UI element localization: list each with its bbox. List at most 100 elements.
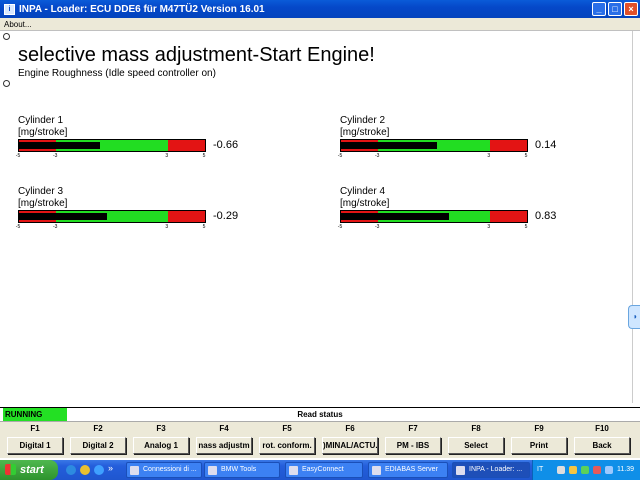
fkey-f8: F8 Select [446, 422, 506, 459]
fkey-label: F6 [345, 424, 355, 433]
function-key-bar: F1 Digital 1 F2 Digital 2 F3 Analog 1 F4… [0, 421, 640, 458]
cylinder-2-gauge [340, 139, 528, 152]
pm-ibs-button[interactable]: PM - IBS [385, 437, 441, 454]
digital-1-button[interactable]: Digital 1 [7, 437, 63, 454]
app-icon: i [4, 3, 15, 15]
tray-icon[interactable] [581, 466, 589, 474]
right-border [632, 31, 640, 403]
tick-label: -5 [337, 224, 343, 230]
tick-label: 5 [524, 153, 528, 159]
tick-label: -3 [52, 153, 58, 159]
gauge-red-zone-right [168, 211, 205, 222]
running-status-badge: RUNNING [3, 408, 67, 422]
tick-label: -5 [15, 153, 21, 159]
gauge-red-zone-right [490, 211, 527, 222]
network-icon [130, 466, 139, 475]
quicklaunch-more-icon[interactable]: » [108, 463, 113, 473]
cylinder-value: 0.83 [535, 210, 557, 222]
close-button[interactable]: × [624, 2, 638, 16]
chrome-quicklaunch-icon[interactable] [80, 465, 90, 475]
task-label: EDIABAS Server [385, 466, 438, 473]
gauge-indicator [341, 213, 450, 220]
window-titlebar[interactable]: i INPA - Loader: ECU DDE6 für M47TÜ2 Ver… [0, 0, 640, 18]
window-title: INPA - Loader: ECU DDE6 für M47TÜ2 Versi… [19, 3, 265, 15]
maximize-button[interactable]: □ [608, 2, 622, 16]
cylinder-name: Cylinder 4 [340, 186, 386, 197]
inpa-icon [456, 466, 465, 475]
rot-conform-button[interactable]: rot. conform. [259, 437, 315, 454]
task-label: INPA - Loader: ... [469, 466, 523, 473]
tick-label: -5 [15, 224, 21, 230]
tray-icon[interactable] [557, 466, 565, 474]
cylinder-name: Cylinder 3 [18, 186, 64, 197]
cylinder-4-panel: Cylinder 4 [mg/stroke] -5 -3 3 5 0.83 [337, 186, 600, 256]
fkey-label: F8 [471, 424, 481, 433]
mass-adjustment-button[interactable]: nass adjustm [196, 437, 252, 454]
circle-marker-top [3, 33, 10, 40]
cylinder-3-gauge [18, 210, 206, 223]
taskbar-task-bmw-tools[interactable]: BMW Tools [204, 462, 280, 478]
tick-label: 3 [487, 153, 491, 159]
menu-about[interactable]: About... [4, 20, 32, 29]
cylinder-value: -0.29 [213, 210, 239, 222]
language-indicator[interactable]: IT [537, 460, 543, 480]
server-icon [372, 466, 381, 475]
fkey-f3: F3 Analog 1 [131, 422, 191, 459]
digital-2-button[interactable]: Digital 2 [70, 437, 126, 454]
gauge-red-zone-right [168, 140, 205, 151]
tick-label: -3 [374, 224, 380, 230]
app-icon [289, 466, 298, 475]
read-status-label: Read status [297, 410, 343, 419]
side-widget-icon[interactable]: ◑ [628, 305, 640, 329]
tick-label: -3 [374, 153, 380, 159]
cylinder-unit: [mg/stroke] [18, 198, 68, 209]
fkey-f4: F4 nass adjustm [194, 422, 254, 459]
folder-icon [208, 466, 217, 475]
cylinder-unit: [mg/stroke] [340, 127, 390, 138]
taskbar-task-ediabas[interactable]: EDIABAS Server [368, 462, 448, 478]
taskbar: start » Connessioni di ... BMW Tools Eas… [0, 460, 640, 480]
task-label: EasyConnect [302, 466, 344, 473]
tick-label: 3 [165, 153, 169, 159]
back-button[interactable]: Back [574, 437, 630, 454]
print-button[interactable]: Print [511, 437, 567, 454]
tick-label: 5 [202, 153, 206, 159]
fkey-label: F1 [30, 424, 40, 433]
tick-label: 5 [202, 224, 206, 230]
taskbar-task-connections[interactable]: Connessioni di ... [126, 462, 202, 478]
select-button[interactable]: Select [448, 437, 504, 454]
cylinder-1-gauge [18, 139, 206, 152]
tray-icon[interactable] [569, 466, 577, 474]
nominal-actual-button[interactable]: )MINAL/ACTU. [322, 437, 378, 454]
cylinder-value: 0.14 [535, 139, 557, 151]
task-label: BMW Tools [221, 466, 257, 473]
minimize-button[interactable]: _ [592, 2, 606, 16]
main-content: selective mass adjustment-Start Engine! … [0, 31, 640, 405]
tick-label: -5 [337, 153, 343, 159]
cylinder-3-panel: Cylinder 3 [mg/stroke] -5 -3 3 5 -0.29 [15, 186, 278, 256]
fkey-label: F9 [534, 424, 544, 433]
cylinder-name: Cylinder 2 [340, 115, 386, 126]
fkey-f9: F9 Print [509, 422, 569, 459]
cylinder-4-gauge [340, 210, 528, 223]
clock[interactable]: 11.39 [617, 460, 634, 480]
ie-quicklaunch-icon[interactable] [66, 465, 76, 475]
fkey-label: F4 [219, 424, 229, 433]
gauge-indicator [19, 213, 107, 220]
cylinder-value: -0.66 [213, 139, 239, 151]
fkey-f2: F2 Digital 2 [68, 422, 128, 459]
fkey-f5: F5 rot. conform. [257, 422, 317, 459]
page-title: selective mass adjustment-Start Engine! [18, 44, 375, 66]
taskbar-task-inpa[interactable]: INPA - Loader: ... [452, 462, 530, 478]
media-quicklaunch-icon[interactable] [94, 465, 104, 475]
task-label: Connessioni di ... [143, 466, 197, 473]
tray-icon[interactable] [593, 466, 601, 474]
menubar: About... [0, 18, 640, 31]
taskbar-task-easyconnect[interactable]: EasyConnect [285, 462, 363, 478]
analog-1-button[interactable]: Analog 1 [133, 437, 189, 454]
fkey-label: F10 [595, 424, 609, 433]
cylinder-1-panel: Cylinder 1 [mg/stroke] -5 -3 3 5 -0.66 [15, 115, 278, 185]
start-button[interactable]: start [0, 460, 58, 480]
tray-icon[interactable] [605, 466, 613, 474]
fkey-label: F2 [93, 424, 103, 433]
